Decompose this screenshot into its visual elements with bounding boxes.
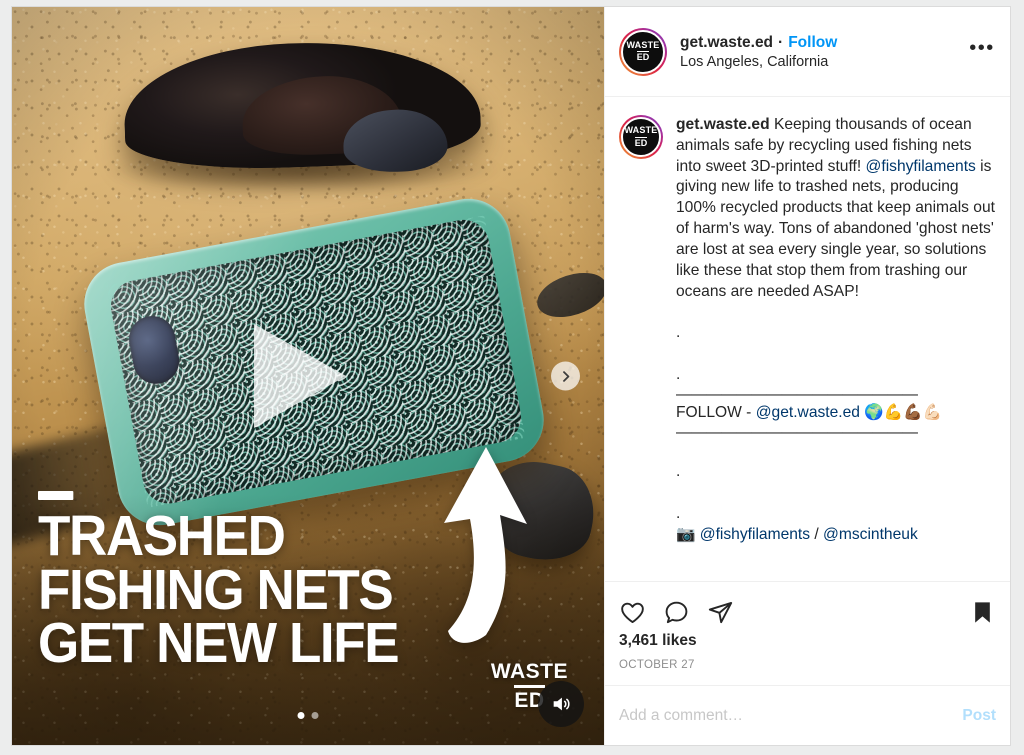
instagram-post-card: TRASHED FISHING NETS GET NEW LIFE WASTE … — [11, 6, 1011, 746]
comment-button[interactable] — [663, 599, 690, 626]
caption-text-part-2: is giving new life to trashed nets, prod… — [676, 157, 995, 300]
caption-follow-line: FOLLOW - @get.waste.ed 🌍💪💪🏾💪🏻 — [676, 403, 996, 424]
header-text-block: get.waste.ed · Follow Los Angeles, Calif… — [680, 33, 968, 70]
share-button[interactable] — [707, 599, 734, 626]
like-button[interactable] — [619, 599, 646, 626]
carousel-dots — [297, 712, 319, 719]
carousel-next-button[interactable] — [551, 361, 580, 391]
play-triangle-icon — [254, 324, 346, 428]
post-timestamp: OCTOBER 27 — [619, 659, 695, 671]
action-icon-row — [619, 590, 996, 630]
audio-toggle-button[interactable] — [538, 681, 584, 727]
headline-line-3: GET NEW LIFE — [38, 611, 400, 676]
caption-credit-line: 📷 @fishyfilaments / @mscintheuk — [676, 525, 996, 546]
headline-line-2: FISHING NETS — [38, 557, 394, 622]
avatar-text-line-2: ED — [636, 51, 650, 63]
caption-dot-1: . — [676, 324, 681, 342]
caption-spacer-4 — [676, 483, 996, 504]
camera-icon: 📷 — [676, 525, 700, 543]
post-header: WASTE ED get.waste.ed · Follow Los Angel… — [605, 7, 1010, 97]
watermark-line-1: WASTE — [490, 660, 568, 683]
caption-follow-handle[interactable]: @get.waste.ed — [756, 404, 860, 421]
bookmark-icon — [975, 602, 990, 623]
caption-dot-2: . — [676, 366, 681, 384]
caption-dot-4: . — [676, 504, 681, 522]
play-button[interactable] — [254, 324, 362, 428]
more-options-button[interactable]: ••• — [968, 38, 996, 66]
caption-credit-mention-2[interactable]: @mscintheuk — [823, 526, 918, 543]
post-location[interactable]: Los Angeles, California — [680, 54, 968, 70]
post-sidebar: WASTE ED get.waste.ed · Follow Los Angel… — [604, 7, 1010, 745]
follow-button[interactable]: Follow — [788, 33, 837, 52]
caption-credit-mention-1[interactable]: @fishyfilaments — [700, 526, 810, 543]
caption-avatar-text-line-2: ED — [634, 136, 648, 148]
header-username[interactable]: get.waste.ed — [680, 33, 773, 52]
caption-credit-divider: / — [810, 525, 824, 543]
header-separator: · — [778, 33, 784, 51]
caption-divider-2: ———————————————— — [676, 423, 918, 441]
add-comment-bar: Post — [605, 685, 1010, 745]
caption-row: WASTE ED get.waste.ed Keeping thousands … — [619, 115, 996, 545]
avatar-image: WASTE ED — [621, 29, 665, 74]
caption-avatar-image: WASTE ED — [621, 117, 661, 157]
comment-input[interactable] — [619, 706, 953, 725]
carousel-dot-2[interactable] — [311, 712, 319, 719]
caption-follow-prefix: FOLLOW - — [676, 404, 756, 422]
curved-arrow-graphic — [444, 447, 527, 643]
post-comment-button[interactable]: Post — [962, 707, 996, 725]
avatar-text-line-1: WASTE — [626, 39, 660, 50]
speaker-icon — [553, 697, 570, 711]
avatar[interactable]: WASTE ED — [619, 27, 667, 76]
headline-line-1: TRASHED — [38, 504, 286, 569]
chevron-right-icon — [562, 370, 569, 382]
header-username-row: get.waste.ed · Follow — [680, 33, 968, 52]
post-actions: 3,461 likes OCTOBER 27 — [605, 581, 1010, 685]
caption-avatar-text-line-1: WASTE — [624, 125, 658, 136]
caption-dot-3: . — [676, 463, 681, 481]
caption-mention-fishyfilaments[interactable]: @fishyfilaments — [866, 158, 976, 175]
caption-username[interactable]: get.waste.ed — [676, 116, 770, 133]
carousel-dot-1[interactable] — [297, 712, 305, 719]
heart-icon — [621, 602, 644, 624]
caption-spacer-1 — [676, 302, 996, 323]
paper-plane-icon — [708, 601, 733, 624]
comment-bubble-icon — [665, 601, 688, 624]
caption-spacer-3 — [676, 441, 996, 462]
caption-follow-emoji: 🌍💪💪🏾💪🏻 — [859, 404, 942, 422]
headline-dash-mark — [38, 491, 74, 501]
overlay-headline: TRASHED FISHING NETS GET NEW LIFE — [38, 491, 400, 676]
likes-count[interactable]: 3,461 likes — [619, 630, 996, 650]
post-media[interactable]: TRASHED FISHING NETS GET NEW LIFE WASTE … — [12, 7, 604, 745]
caption-divider-1: ———————————————— — [676, 385, 918, 403]
caption-area: WASTE ED get.waste.ed Keeping thousands … — [605, 97, 1010, 581]
caption-spacer-2 — [676, 344, 996, 365]
save-button[interactable] — [969, 599, 996, 626]
caption-text: get.waste.ed Keeping thousands of ocean … — [676, 115, 996, 545]
caption-avatar[interactable]: WASTE ED — [619, 115, 663, 159]
